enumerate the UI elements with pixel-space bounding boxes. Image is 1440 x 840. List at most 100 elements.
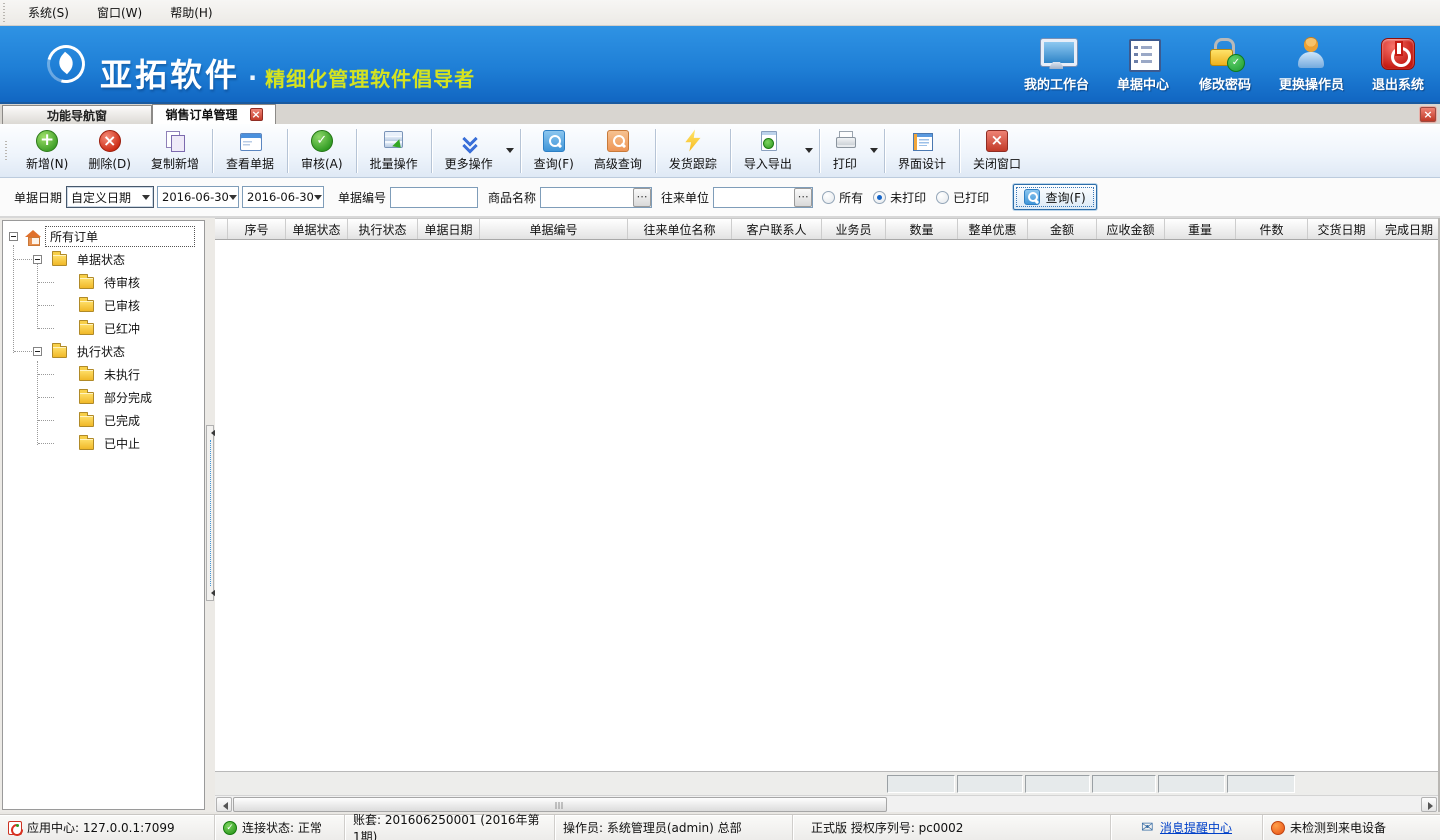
column-header[interactable]: 执行状态 xyxy=(348,219,418,239)
column-header[interactable]: 金额 xyxy=(1028,219,1097,239)
order-table: 序号 单据状态 执行状态 单据日期 单据编号 往来单位名称 客户联系人 业务员 … xyxy=(215,218,1440,812)
tree-node-not-executed[interactable]: 未执行 xyxy=(3,363,204,386)
query-button[interactable]: 查询(F) xyxy=(524,127,584,175)
toolbar-grip[interactable] xyxy=(3,3,8,23)
toolbar-grip[interactable] xyxy=(5,141,10,161)
column-header[interactable]: 件数 xyxy=(1236,219,1308,239)
collapse-icon[interactable] xyxy=(33,255,42,264)
tree-node-label[interactable]: 执行状态 xyxy=(73,342,129,361)
doc-no-input[interactable] xyxy=(390,187,478,208)
document-center-button[interactable]: 单据中心 xyxy=(1115,38,1171,93)
close-window-button[interactable]: 关闭窗口 xyxy=(963,127,1031,175)
column-header[interactable]: 序号 xyxy=(228,219,286,239)
add-button[interactable]: 新增(N) xyxy=(16,127,78,175)
panel-splitter[interactable] xyxy=(205,218,215,812)
menu-window[interactable]: 窗口(W) xyxy=(83,0,156,25)
print-button[interactable]: 打印 xyxy=(823,127,867,175)
scrollbar-thumb[interactable] xyxy=(233,797,887,812)
tree-node-label[interactable]: 未执行 xyxy=(100,365,144,384)
column-header[interactable]: 业务员 xyxy=(822,219,886,239)
chevron-down-icon xyxy=(314,187,323,207)
column-header[interactable]: 完成日期 xyxy=(1376,219,1438,239)
mail-icon xyxy=(1141,821,1155,835)
tree-node-label[interactable]: 部分完成 xyxy=(100,388,156,407)
splitter-collapse-handle[interactable] xyxy=(206,425,214,601)
view-document-button[interactable]: 查看单据 xyxy=(216,127,284,175)
tree-node-all-orders[interactable]: 所有订单 xyxy=(3,225,204,248)
tree-node-doc-status[interactable]: 单据状态 xyxy=(3,248,204,271)
column-header[interactable]: 客户联系人 xyxy=(732,219,822,239)
tree-node-label[interactable]: 已中止 xyxy=(100,434,144,453)
toolbar-separator xyxy=(655,129,656,173)
table-header-row: 序号 单据状态 执行状态 单据日期 单据编号 往来单位名称 客户联系人 业务员 … xyxy=(215,218,1438,240)
column-header[interactable]: 整单优惠 xyxy=(958,219,1028,239)
partner-lookup-button[interactable] xyxy=(794,188,812,207)
date-type-combobox[interactable]: 自定义日期 xyxy=(66,186,154,208)
horizontal-scrollbar[interactable] xyxy=(215,795,1438,812)
tree-node-partially-done[interactable]: 部分完成 xyxy=(3,386,204,409)
batch-operation-button[interactable]: 批量操作 xyxy=(360,127,428,175)
column-header[interactable]: 单据编号 xyxy=(480,219,628,239)
more-operations-button[interactable]: 更多操作 xyxy=(435,127,503,175)
exit-system-button[interactable]: 退出系统 xyxy=(1370,38,1426,93)
tree-node-pending-review[interactable]: 待审核 xyxy=(3,271,204,294)
delete-button[interactable]: 删除(D) xyxy=(78,127,141,175)
menu-system[interactable]: 系统(S) xyxy=(14,0,83,25)
status-text: 操作员: 系统管理员(admin) 总部 xyxy=(563,819,742,836)
tree-node-label[interactable]: 已审核 xyxy=(100,296,144,315)
tree-node-reversed[interactable]: 已红冲 xyxy=(3,317,204,340)
advanced-query-button[interactable]: 高级查询 xyxy=(584,127,652,175)
tab-close-icon[interactable] xyxy=(250,108,263,121)
column-header[interactable]: 单据日期 xyxy=(418,219,480,239)
tab-sales-order-management[interactable]: 销售订单管理 xyxy=(152,104,276,124)
filter-query-button[interactable]: 查询(F) xyxy=(1013,184,1097,210)
message-center-link[interactable]: 消息提醒中心 xyxy=(1160,819,1232,836)
collapse-icon[interactable] xyxy=(33,347,42,356)
column-header[interactable]: 应收金额 xyxy=(1097,219,1165,239)
copy-add-button[interactable]: 复制新增 xyxy=(141,127,209,175)
column-header[interactable]: 交货日期 xyxy=(1308,219,1376,239)
approve-button[interactable]: 审核(A) xyxy=(291,127,353,175)
scroll-left-icon[interactable] xyxy=(216,797,232,812)
shipment-tracking-button[interactable]: 发货跟踪 xyxy=(659,127,727,175)
import-export-button[interactable]: 导入导出 xyxy=(734,127,802,175)
close-tab-button[interactable] xyxy=(1420,107,1436,122)
tree-node-label[interactable]: 已红冲 xyxy=(100,319,144,338)
dropdown-arrow-icon[interactable] xyxy=(503,127,517,175)
collapse-icon[interactable] xyxy=(9,232,18,241)
radio-printed[interactable]: 已打印 xyxy=(936,189,989,206)
product-lookup-button[interactable] xyxy=(633,188,651,207)
menu-help[interactable]: 帮助(H) xyxy=(156,0,226,25)
folder-icon xyxy=(79,323,94,335)
radio-not-printed[interactable]: 未打印 xyxy=(873,189,926,206)
summary-cell-pieces xyxy=(1227,775,1295,793)
ui-design-button[interactable]: 界面设计 xyxy=(888,127,956,175)
radio-all[interactable]: 所有 xyxy=(822,189,863,206)
column-header[interactable]: 重量 xyxy=(1165,219,1236,239)
scroll-right-icon[interactable] xyxy=(1421,797,1437,812)
button-label: 查询(F) xyxy=(534,155,574,172)
tree-node-label[interactable]: 所有订单 xyxy=(45,226,195,247)
dropdown-arrow-icon[interactable] xyxy=(867,127,881,175)
column-header[interactable]: 单据状态 xyxy=(286,219,348,239)
button-label: 查询(F) xyxy=(1045,189,1085,206)
date-from-combobox[interactable]: 2016-06-30 xyxy=(157,186,239,208)
column-header[interactable]: 数量 xyxy=(886,219,958,239)
change-password-button[interactable]: 修改密码 xyxy=(1197,38,1253,93)
tree-node-completed[interactable]: 已完成 xyxy=(3,409,204,432)
my-workstation-button[interactable]: 我的工作台 xyxy=(1024,38,1089,93)
tree-node-label[interactable]: 待审核 xyxy=(100,273,144,292)
print-icon xyxy=(834,130,856,152)
tree-node-terminated[interactable]: 已中止 xyxy=(3,432,204,455)
tab-function-navigator[interactable]: 功能导航窗 xyxy=(2,105,152,124)
tree-node-label[interactable]: 单据状态 xyxy=(73,250,129,269)
folder-icon xyxy=(79,277,94,289)
tree-node-exec-status[interactable]: 执行状态 xyxy=(3,340,204,363)
tree-node-label[interactable]: 已完成 xyxy=(100,411,144,430)
dropdown-arrow-icon[interactable] xyxy=(802,127,816,175)
switch-operator-button[interactable]: 更换操作员 xyxy=(1279,38,1344,93)
column-header[interactable]: 往来单位名称 xyxy=(628,219,732,239)
folder-icon xyxy=(52,254,67,266)
tree-node-reviewed[interactable]: 已审核 xyxy=(3,294,204,317)
date-to-combobox[interactable]: 2016-06-30 xyxy=(242,186,324,208)
